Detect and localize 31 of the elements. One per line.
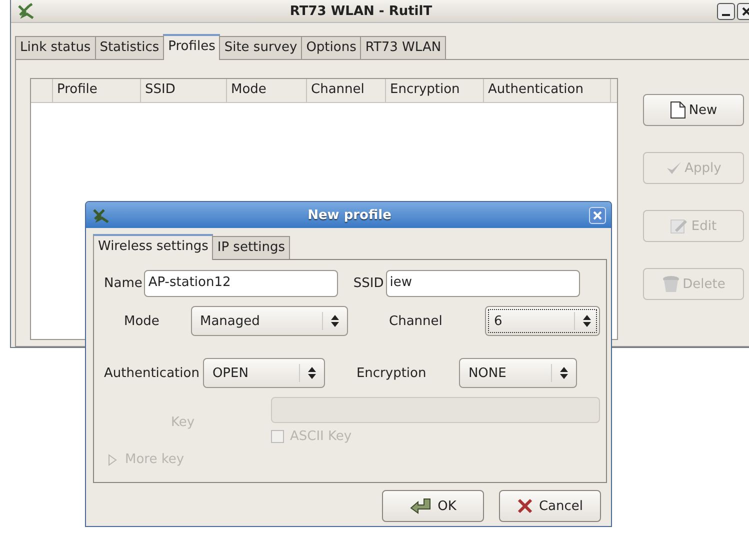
- field-label: Mode: [124, 314, 160, 328]
- tab[interactable]: Options: [301, 36, 362, 59]
- field-label: SSID: [353, 276, 384, 291]
- channel-dropdown[interactable]: 6: [485, 306, 600, 336]
- field-label: Name: [104, 276, 142, 291]
- mode-dropdown[interactable]: Managed: [191, 306, 348, 336]
- field-label: Channel: [389, 314, 444, 328]
- tab[interactable]: Statistics: [94, 36, 164, 59]
- encryption-dropdown[interactable]: NONE: [459, 358, 578, 388]
- column-header[interactable]: Authentication: [484, 79, 611, 102]
- column-header[interactable]: Channel: [307, 79, 386, 102]
- column-header[interactable]: Encryption: [386, 79, 484, 102]
- ssid-field[interactable]: iew: [386, 270, 580, 297]
- ok-button[interactable]: OK: [382, 490, 484, 522]
- window-title: RT73 WLAN - RutilT: [288, 4, 434, 18]
- dialog-title: New profile: [306, 208, 392, 222]
- tab[interactable]: IP settings: [212, 236, 290, 259]
- tab[interactable]: Site survey: [219, 36, 302, 59]
- tab[interactable]: Wireless settings: [93, 234, 214, 260]
- column-header[interactable]: Mode: [227, 79, 307, 102]
- field-label: Authentication: [104, 366, 200, 380]
- name-field[interactable]: AP-station12: [144, 270, 338, 297]
- field-label: Encryption: [356, 366, 428, 380]
- tab[interactable]: RT73 WLAN: [360, 36, 446, 59]
- tab[interactable]: Profiles: [163, 34, 220, 60]
- column-header[interactable]: Profile: [53, 79, 141, 102]
- cancel-button[interactable]: Cancel: [499, 490, 601, 522]
- tab[interactable]: Link status: [15, 36, 96, 59]
- authentication-dropdown[interactable]: OPEN: [203, 358, 326, 388]
- new-button[interactable]: New: [643, 94, 744, 126]
- column-header[interactable]: SSID: [141, 79, 227, 102]
